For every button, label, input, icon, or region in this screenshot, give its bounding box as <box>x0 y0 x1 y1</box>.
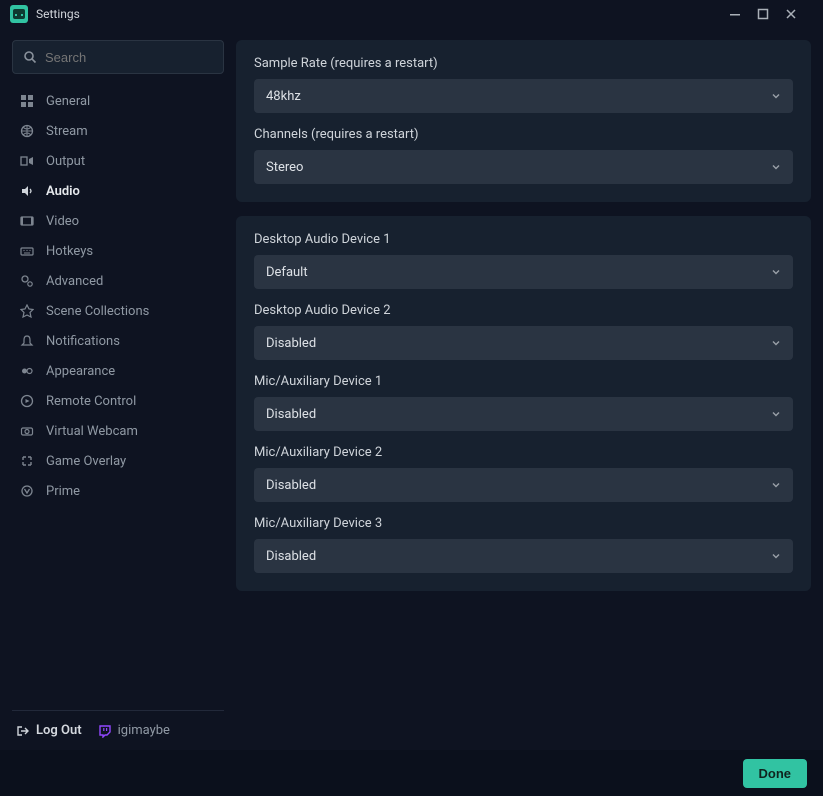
sidebar-item-remote-control[interactable]: Remote Control <box>12 386 224 416</box>
maximize-button[interactable] <box>757 8 785 20</box>
sidebar-item-label: Hotkeys <box>46 244 93 259</box>
select-desktop-audio-2[interactable]: Disabled <box>254 326 793 360</box>
select-value: Disabled <box>266 478 316 493</box>
sidebar-item-label: Remote Control <box>46 394 136 409</box>
chevron-down-icon <box>771 267 781 277</box>
sidebar-item-video[interactable]: Video <box>12 206 224 236</box>
field-mic-aux-3: Mic/Auxiliary Device 3 Disabled <box>254 516 793 573</box>
select-value: Stereo <box>266 160 303 175</box>
app-icon <box>10 5 28 23</box>
select-value: Disabled <box>266 549 316 564</box>
username: igimaybe <box>118 723 170 738</box>
field-label: Desktop Audio Device 1 <box>254 232 793 247</box>
sidebar: General Stream Output Audio Video Hotkey… <box>12 40 224 738</box>
audio-general-panel: Sample Rate (requires a restart) 48khz C… <box>236 40 811 202</box>
twitch-icon <box>98 724 112 738</box>
field-mic-aux-1: Mic/Auxiliary Device 1 Disabled <box>254 374 793 431</box>
field-label: Channels (requires a restart) <box>254 127 793 142</box>
sidebar-item-label: Virtual Webcam <box>46 424 138 439</box>
chevron-down-icon <box>771 480 781 490</box>
search-input-wrap[interactable] <box>12 40 224 74</box>
sidebar-item-label: General <box>46 94 90 109</box>
sidebar-item-advanced[interactable]: Advanced <box>12 266 224 296</box>
sidebar-item-label: Video <box>46 214 79 229</box>
select-value: 48khz <box>266 89 301 104</box>
globe-icon <box>18 124 36 138</box>
chevron-down-icon <box>771 409 781 419</box>
grid-icon <box>18 94 36 108</box>
field-label: Mic/Auxiliary Device 2 <box>254 445 793 460</box>
chevron-down-icon <box>771 91 781 101</box>
select-value: Default <box>266 265 308 280</box>
field-channels: Channels (requires a restart) Stereo <box>254 127 793 184</box>
audio-icon <box>18 184 36 198</box>
sidebar-item-label: Output <box>46 154 85 169</box>
field-mic-aux-2: Mic/Auxiliary Device 2 Disabled <box>254 445 793 502</box>
logout-label: Log Out <box>36 723 82 738</box>
user-chip[interactable]: igimaybe <box>98 723 170 738</box>
sidebar-item-hotkeys[interactable]: Hotkeys <box>12 236 224 266</box>
remote-icon <box>18 394 36 408</box>
select-sample-rate[interactable]: 48khz <box>254 79 793 113</box>
select-mic-aux-3[interactable]: Disabled <box>254 539 793 573</box>
field-sample-rate: Sample Rate (requires a restart) 48khz <box>254 56 793 113</box>
select-mic-aux-2[interactable]: Disabled <box>254 468 793 502</box>
select-mic-aux-1[interactable]: Disabled <box>254 397 793 431</box>
field-label: Sample Rate (requires a restart) <box>254 56 793 71</box>
sidebar-item-label: Prime <box>46 484 80 499</box>
collections-icon <box>18 304 36 318</box>
sidebar-item-virtual-webcam[interactable]: Virtual Webcam <box>12 416 224 446</box>
keyboard-icon <box>18 244 36 258</box>
window-title: Settings <box>36 7 80 21</box>
sidebar-item-stream[interactable]: Stream <box>12 116 224 146</box>
chevron-down-icon <box>771 162 781 172</box>
overlay-icon <box>18 454 36 468</box>
camera-icon <box>18 424 36 438</box>
sidebar-item-general[interactable]: General <box>12 86 224 116</box>
prime-icon <box>18 484 36 498</box>
logout-icon <box>16 724 30 738</box>
bottom-bar: Done <box>0 750 823 796</box>
titlebar: Settings <box>0 0 823 28</box>
search-icon <box>23 50 37 64</box>
select-desktop-audio-1[interactable]: Default <box>254 255 793 289</box>
bell-icon <box>18 334 36 348</box>
sidebar-item-label: Notifications <box>46 334 120 349</box>
gears-icon <box>18 274 36 288</box>
search-input[interactable] <box>45 50 213 65</box>
field-label: Mic/Auxiliary Device 3 <box>254 516 793 531</box>
sidebar-item-prime[interactable]: Prime <box>12 476 224 506</box>
field-label: Desktop Audio Device 2 <box>254 303 793 318</box>
output-icon <box>18 154 36 168</box>
sidebar-item-label: Audio <box>46 184 80 199</box>
close-button[interactable] <box>785 8 813 20</box>
field-label: Mic/Auxiliary Device 1 <box>254 374 793 389</box>
sidebar-item-notifications[interactable]: Notifications <box>12 326 224 356</box>
sidebar-item-label: Appearance <box>46 364 115 379</box>
sidebar-item-output[interactable]: Output <box>12 146 224 176</box>
sidebar-item-label: Game Overlay <box>46 454 126 469</box>
sidebar-item-game-overlay[interactable]: Game Overlay <box>12 446 224 476</box>
sidebar-footer: Log Out igimaybe <box>12 710 224 738</box>
minimize-button[interactable] <box>729 8 757 20</box>
sidebar-item-label: Stream <box>46 124 88 139</box>
sidebar-item-label: Advanced <box>46 274 103 289</box>
audio-devices-panel: Desktop Audio Device 1 Default Desktop A… <box>236 216 811 591</box>
chevron-down-icon <box>771 551 781 561</box>
select-value: Disabled <box>266 336 316 351</box>
sidebar-item-scene-collections[interactable]: Scene Collections <box>12 296 224 326</box>
appearance-icon <box>18 364 36 378</box>
sidebar-item-label: Scene Collections <box>46 304 149 319</box>
chevron-down-icon <box>771 338 781 348</box>
main-content: Sample Rate (requires a restart) 48khz C… <box>236 40 811 738</box>
logout-button[interactable]: Log Out <box>16 723 82 738</box>
video-icon <box>18 214 36 228</box>
done-button[interactable]: Done <box>743 759 808 788</box>
field-desktop-audio-1: Desktop Audio Device 1 Default <box>254 232 793 289</box>
select-channels[interactable]: Stereo <box>254 150 793 184</box>
select-value: Disabled <box>266 407 316 422</box>
sidebar-item-appearance[interactable]: Appearance <box>12 356 224 386</box>
sidebar-item-audio[interactable]: Audio <box>12 176 224 206</box>
field-desktop-audio-2: Desktop Audio Device 2 Disabled <box>254 303 793 360</box>
